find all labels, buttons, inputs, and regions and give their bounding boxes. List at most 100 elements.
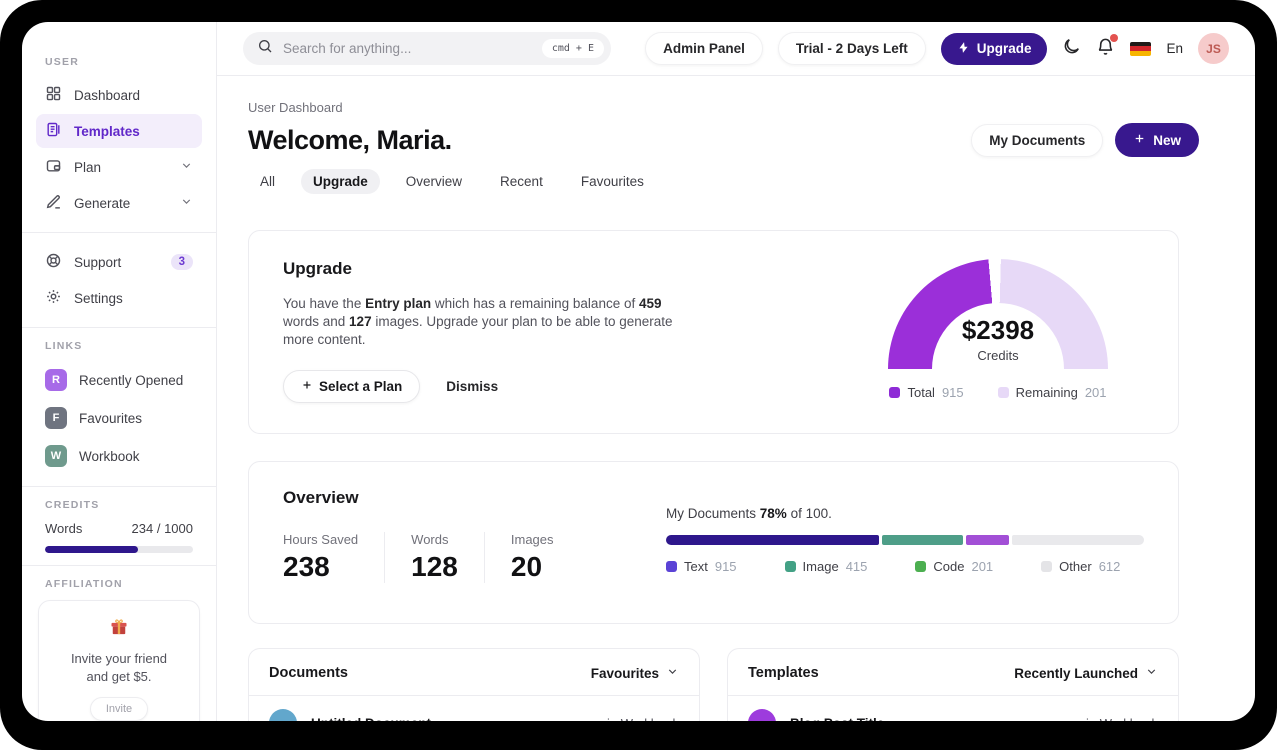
sidebar-section-links: LINKS: [45, 340, 83, 352]
upgrade-card-body: You have the Entry plan which has a rema…: [283, 296, 673, 347]
templates-card: Templates Recently Launched Blog Post Ti…: [727, 648, 1179, 721]
search-icon: [257, 38, 273, 59]
legend-swatch: [1041, 561, 1053, 573]
gift-icon: [109, 619, 129, 641]
overview-stats-block: Overview Hours Saved 238 Words 128 Image…: [283, 488, 666, 593]
credits-progress-track: [45, 546, 193, 553]
documents-progress-block: My Documents 78% of 100. Text 915 Image …: [666, 488, 1144, 593]
breadcrumb: User Dashboard: [248, 100, 343, 115]
tab-overview[interactable]: Overview: [394, 169, 474, 194]
admin-panel-button[interactable]: Admin Panel: [645, 32, 763, 65]
new-button[interactable]: New: [1115, 123, 1199, 157]
lifebuoy-icon: [45, 252, 62, 272]
legend-swatch: [666, 561, 677, 573]
tab-recent[interactable]: Recent: [488, 169, 555, 194]
sidebar-item-templates[interactable]: Templates: [36, 114, 202, 148]
stat-images: Images 20: [483, 532, 580, 584]
notifications-button[interactable]: [1096, 33, 1119, 61]
gauge-center-value: $2398: [961, 315, 1035, 345]
sidebar-item-settings[interactable]: Settings: [36, 281, 202, 315]
lightning-bolt-icon: [957, 41, 970, 57]
document-list-item[interactable]: Untitled Document in Workbook: [249, 696, 699, 721]
chevron-down-icon: [180, 159, 193, 175]
sidebar: USER Dashboard Templates Plan Generate S…: [22, 22, 217, 721]
sidebar-item-plan[interactable]: Plan: [36, 150, 202, 184]
legend-item-remaining: Remaining 201: [997, 385, 1107, 400]
tab-all[interactable]: All: [248, 169, 287, 194]
templates-card-title: Templates: [748, 665, 819, 682]
overview-card: Overview Hours Saved 238 Words 128 Image…: [248, 461, 1179, 625]
legend-swatch: [889, 387, 901, 398]
sidebar-divider: [22, 565, 216, 566]
gauge-chart: $2398 Credits: [888, 259, 1108, 371]
affiliation-text: Invite your friend and get $5.: [70, 651, 168, 684]
legend-item-text: Text 915: [666, 559, 737, 574]
bar-segment-image: [881, 535, 963, 546]
link-initial-badge: F: [45, 407, 67, 429]
overview-card-title: Overview: [283, 488, 359, 508]
credits-words-value: 234 / 1000: [131, 521, 193, 536]
trial-status-button[interactable]: Trial - 2 Days Left: [777, 32, 926, 65]
main-panel: cmd + E Admin Panel Trial - 2 Days Left …: [217, 22, 1255, 721]
dashboard-grid-icon: [45, 85, 62, 105]
wallet-icon: [45, 157, 62, 177]
sidebar-item-label: Support: [74, 254, 122, 270]
plus-icon: [301, 379, 313, 394]
user-avatar[interactable]: JS: [1198, 33, 1229, 64]
my-documents-button[interactable]: My Documents: [971, 123, 1104, 157]
search-shortcut-hint: cmd + E: [541, 39, 604, 58]
sidebar-item-label: Templates: [74, 123, 140, 139]
upgrade-card-left: Upgrade You have the Entry plan which ha…: [283, 259, 691, 404]
stat-hours-saved: Hours Saved 238: [283, 532, 359, 583]
app-window: USER Dashboard Templates Plan Generate S…: [22, 22, 1255, 721]
invite-button[interactable]: Invite: [89, 697, 149, 721]
chevron-down-icon: [666, 665, 679, 681]
gauge-center-label: Credits: [977, 348, 1019, 363]
sidebar-item-label: Settings: [74, 290, 123, 306]
link-initial-badge: R: [45, 369, 67, 391]
language-selector[interactable]: En: [1166, 41, 1183, 56]
sidebar-item-label: Dashboard: [74, 87, 141, 103]
select-plan-label: Select a Plan: [319, 379, 403, 395]
sidebar-section-affiliation: AFFILIATION: [45, 578, 123, 590]
legend-item-image: Image 415: [784, 559, 867, 574]
affiliation-card: Invite your friend and get $5. Invite: [38, 600, 200, 721]
documents-progress-text: My Documents 78% of 100.: [666, 506, 832, 522]
credits-progress-fill: [45, 546, 139, 553]
content-area: User Dashboard Welcome, Maria. My Docume…: [217, 76, 1255, 721]
sidebar-divider: [22, 486, 216, 487]
sidebar-item-label: Generate: [74, 195, 131, 211]
search-bar[interactable]: cmd + E: [243, 32, 611, 65]
upgrade-button[interactable]: Upgrade: [940, 32, 1048, 65]
germany-flag-icon[interactable]: [1130, 41, 1152, 56]
templates-filter-dropdown[interactable]: Recently Launched: [1014, 665, 1158, 681]
sidebar-item-label: Plan: [74, 159, 102, 175]
sidebar-link-favourites[interactable]: F Favourites: [36, 400, 202, 436]
gear-icon: [45, 288, 62, 308]
legend-swatch: [997, 387, 1009, 398]
sidebar-item-generate[interactable]: Generate: [36, 186, 202, 220]
search-input[interactable]: [283, 41, 532, 56]
pencil-icon: [45, 193, 62, 213]
dismiss-button[interactable]: Dismiss: [446, 379, 498, 394]
template-list-item[interactable]: Blog Post Title in Workbook: [728, 696, 1178, 721]
sidebar-item-dashboard[interactable]: Dashboard: [36, 78, 202, 112]
tab-favourites[interactable]: Favourites: [569, 169, 656, 194]
support-count-badge: 3: [170, 254, 193, 270]
link-initial-badge: W: [45, 445, 67, 467]
dark-mode-toggle[interactable]: [1062, 37, 1081, 61]
sidebar-link-workbook[interactable]: W Workbook: [36, 438, 202, 474]
plus-icon: [1133, 132, 1146, 148]
chevron-down-icon: [180, 195, 193, 211]
documents-filter-dropdown[interactable]: Favourites: [591, 665, 679, 681]
tab-upgrade[interactable]: Upgrade: [301, 169, 380, 194]
sidebar-link-recently-opened[interactable]: R Recently Opened: [36, 362, 202, 398]
stat-words: Words 128: [384, 532, 484, 584]
bar-segment-code: [965, 535, 1009, 546]
select-plan-button[interactable]: Select a Plan: [283, 370, 421, 404]
upgrade-button-label: Upgrade: [976, 41, 1032, 56]
legend-swatch: [784, 561, 796, 573]
upgrade-card-title: Upgrade: [283, 259, 352, 278]
sidebar-item-support[interactable]: Support 3: [36, 245, 202, 279]
documents-card-title: Documents: [269, 665, 348, 682]
